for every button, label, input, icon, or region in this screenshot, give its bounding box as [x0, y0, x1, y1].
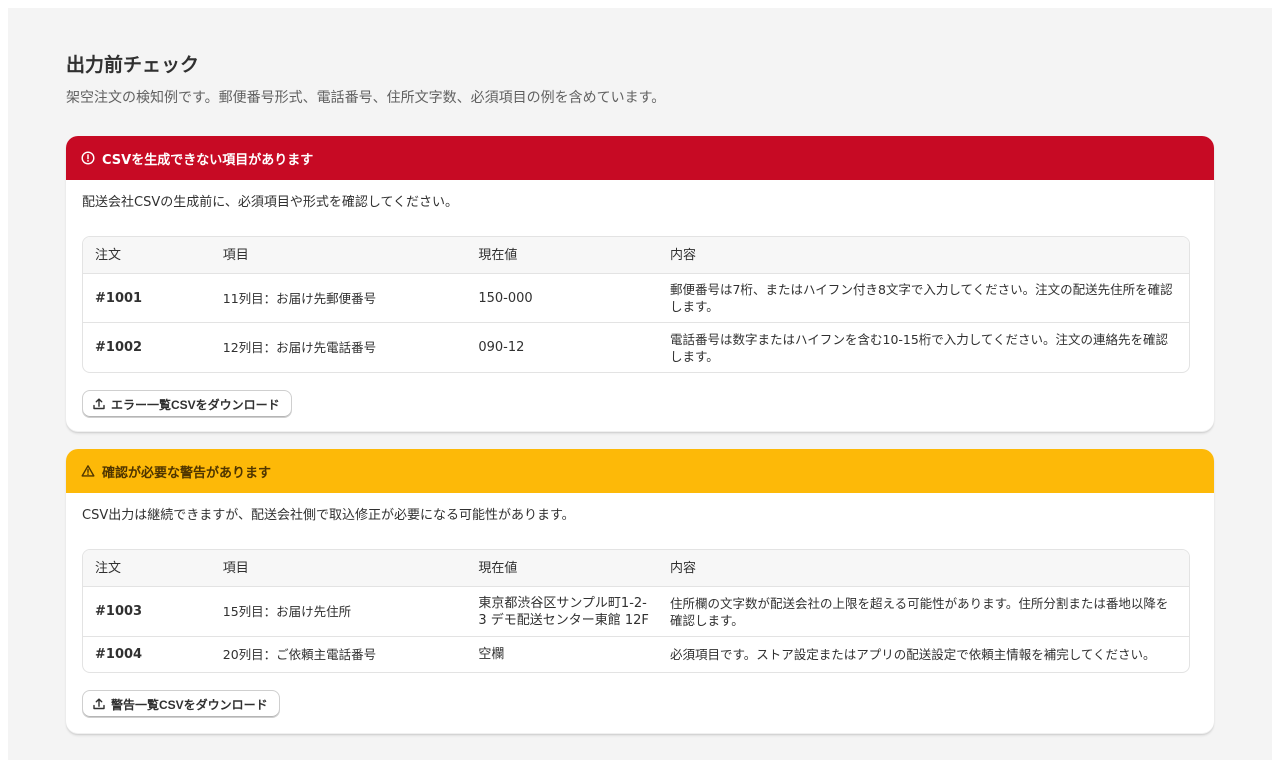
- warning-description: CSV出力は継続できますが、配送会社側で取込修正が必要になる可能性があります。: [82, 508, 575, 523]
- column-header-value: 現在値: [478, 560, 518, 576]
- current-value: 150-000: [478, 290, 533, 306]
- field-name: 15列目：お届け先住所: [222, 604, 352, 619]
- issue-message: 電話番号は数字またはハイフンを含む10-15桁で入力してください。注文の連絡先を…: [669, 331, 1169, 364]
- download-warning-csv-label: 警告一覧CSVをダウンロード: [111, 697, 268, 712]
- column-header-order: 注文: [95, 560, 122, 576]
- column-header-field: 項目: [222, 560, 249, 576]
- download-error-csv-button[interactable]: エラー一覧CSVをダウンロード: [82, 390, 292, 418]
- warning-banner-title: 確認が必要な警告があります: [102, 465, 272, 481]
- warning-table: 注文 項目 現在値 内容 #1003 15列目：お届け先住所 東京都渋谷区サンプ…: [82, 549, 1190, 673]
- export-icon: [92, 397, 106, 411]
- error-table: 注文 項目 現在値 内容 #1001 11列目：お届け先郵便番号 150-000…: [82, 236, 1190, 373]
- error-banner: CSVを生成できない項目があります: [66, 136, 1214, 180]
- order-number: #1003: [95, 604, 143, 619]
- table-header: 注文 項目 現在値 内容: [83, 550, 1189, 587]
- order-number: #1002: [95, 340, 143, 355]
- issue-message: 住所欄の文字数が配送会社の上限を超える可能性があります。住所分割または番地以降を…: [669, 595, 1169, 628]
- column-header-field: 項目: [222, 247, 249, 263]
- table-header: 注文 項目 現在値 内容: [83, 237, 1189, 274]
- error-card: CSVを生成できない項目があります 配送会社CSVの生成前に、必須項目や形式を確…: [66, 136, 1214, 432]
- column-header-value: 現在値: [478, 247, 518, 263]
- issue-message: 郵便番号は7桁、またはハイフン付き8文字で入力してください。注文の配送先住所を確…: [669, 282, 1173, 314]
- order-number: #1001: [95, 290, 143, 306]
- alert-circle-icon: [81, 151, 95, 165]
- current-value: 空欄: [478, 647, 505, 662]
- page-title: 出力前チェック: [66, 54, 200, 76]
- download-error-csv-label: エラー一覧CSVをダウンロード: [111, 397, 280, 412]
- warning-banner: 確認が必要な警告があります: [66, 449, 1214, 493]
- error-banner-title: CSVを生成できない項目があります: [102, 152, 314, 168]
- order-number: #1004: [95, 647, 143, 662]
- current-value: 東京都渋谷区サンプル町1-2-3 デモ配送センター東館 12F: [478, 595, 649, 628]
- column-header-message: 内容: [669, 560, 696, 576]
- error-description: 配送会社CSVの生成前に、必須項目や形式を確認してください。: [82, 195, 459, 210]
- current-value: 090-12: [478, 340, 525, 355]
- table-row: #1004 20列目：ご依頼主電話番号 空欄 必須項目です。ストア設定またはアプ…: [83, 637, 1189, 672]
- table-row: #1001 11列目：お届け先郵便番号 150-000 郵便番号は7桁、またはハ…: [83, 274, 1189, 323]
- column-header-order: 注文: [95, 247, 122, 263]
- alert-triangle-icon: [81, 464, 95, 478]
- table-row: #1003 15列目：お届け先住所 東京都渋谷区サンプル町1-2-3 デモ配送セ…: [83, 587, 1189, 637]
- page-subtitle: 架空注文の検知例です。郵便番号形式、電話番号、住所文字数、必須項目の例を含めてい…: [66, 90, 666, 106]
- export-icon: [92, 697, 106, 711]
- app-frame: 出力前チェック 架空注文の検知例です。郵便番号形式、電話番号、住所文字数、必須項…: [8, 8, 1272, 760]
- warning-card: 確認が必要な警告があります CSV出力は継続できますが、配送会社側で取込修正が必…: [66, 449, 1214, 734]
- issue-message: 必須項目です。ストア設定またはアプリの配送設定で依頼主情報を補完してください。: [669, 647, 1156, 662]
- field-name: 12列目：お届け先電話番号: [222, 340, 377, 355]
- column-header-message: 内容: [669, 247, 696, 263]
- table-row: #1002 12列目：お届け先電話番号 090-12 電話番号は数字またはハイフ…: [83, 323, 1189, 372]
- field-name: 20列目：ご依頼主電話番号: [222, 647, 377, 662]
- field-name: 11列目：お届け先郵便番号: [222, 290, 377, 306]
- page: 出力前チェック 架空注文の検知例です。郵便番号形式、電話番号、住所文字数、必須項…: [66, 52, 1214, 734]
- download-warning-csv-button[interactable]: 警告一覧CSVをダウンロード: [82, 690, 280, 718]
